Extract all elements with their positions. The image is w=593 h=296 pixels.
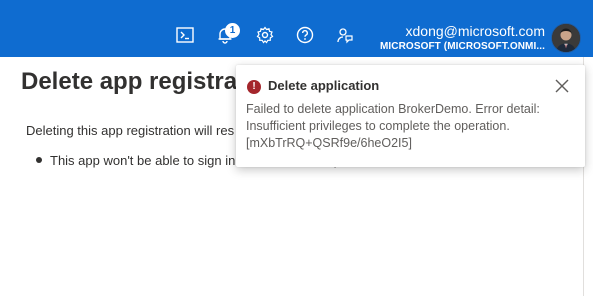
toast-message: Failed to delete application BrokerDemo.… — [246, 101, 546, 152]
account-email[interactable]: xdong@microsoft.com — [406, 23, 545, 39]
error-icon: ! — [247, 80, 261, 94]
avatar[interactable] — [551, 23, 581, 53]
account-tenant[interactable]: MICROSOFT (MICROSOFT.ONMI... — [380, 41, 545, 52]
toast-title: Delete application — [268, 78, 380, 93]
cloud-shell-icon[interactable] — [174, 24, 196, 46]
toast-message-line: Failed to delete application BrokerDemo.… — [246, 102, 540, 116]
page-title: Delete app registrat — [21, 68, 246, 95]
notification-badge: 1 — [225, 23, 240, 38]
gear-icon[interactable] — [254, 24, 276, 46]
description-text: Deleting this app registration will res — [26, 123, 235, 138]
toast-message-line: Insufficient privileges to complete the … — [246, 119, 510, 133]
help-icon[interactable] — [294, 24, 316, 46]
bullet-icon — [36, 156, 42, 163]
toast-message-line: [mXbTrRQ+QSRf9e/6heO2I5] — [246, 136, 412, 150]
top-bar: 1 xdong@microsoft.com MICROSOFT (MICROSO… — [0, 0, 593, 57]
close-icon[interactable] — [554, 78, 570, 94]
error-toast: ! Delete application Failed to delete ap… — [236, 65, 585, 167]
feedback-icon[interactable] — [334, 24, 356, 46]
